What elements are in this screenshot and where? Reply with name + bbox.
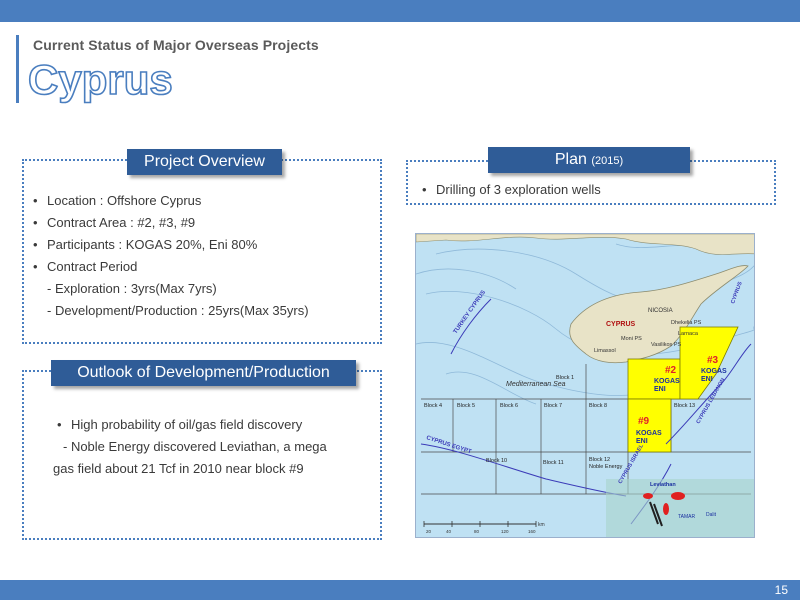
block-3-company-1: KOGAS	[701, 368, 727, 375]
leviathan-field	[671, 492, 685, 500]
outlook-item-probability: • High probability of oil/gas field disco…	[57, 417, 303, 432]
block-2-number: #2	[665, 365, 677, 376]
block-3-company-2: ENI	[701, 376, 713, 383]
project-overview-panel: • Location : Offshore Cyprus • Contract Ar…	[22, 159, 382, 344]
map-label-cyprus-syria: CYPRUS	[730, 281, 744, 305]
block-3-number: #3	[707, 355, 719, 366]
map-label-turkey-cyprus: TURKEY CYPRUS	[453, 290, 487, 335]
page-number: 15	[774, 583, 788, 597]
overview-subitem-development: - Development/Production : 25yrs(Max 35y…	[47, 303, 309, 318]
map-label-vasilikos: Vasilikos PS	[651, 342, 681, 348]
map-scale-tick-3: 80	[474, 529, 480, 534]
israel-fields	[606, 479, 754, 537]
map-label-block-13: Block 13	[674, 403, 695, 409]
map-label-block-11: Block 11	[543, 460, 564, 466]
map-scale-tick-4: 120	[501, 529, 509, 534]
block-2-company-1: KOGAS	[654, 378, 680, 385]
map-label-block-1: Block 1	[556, 375, 574, 381]
block-2-company-2: ENI	[654, 386, 666, 393]
overview-item-participants: • Participants : KOGAS 20%, Eni 80%	[33, 237, 258, 252]
plan-item-drilling: • Drilling of 3 exploration wells	[422, 182, 601, 197]
map-label-block-5: Block 5	[457, 403, 475, 409]
map-scale-tick-1: 20	[426, 529, 432, 534]
plan-list: • Drilling of 3 exploration wells	[422, 179, 601, 201]
project-overview-header: Project Overview	[127, 149, 282, 175]
outlook-detail-line2: gas field about 21 Tcf in 2010 near bloc…	[53, 461, 304, 476]
map-label-larnaca: Larnaca	[678, 331, 699, 337]
slide-subtitle: Current Status of Major Overseas Project…	[33, 37, 319, 53]
block-9-area	[627, 398, 672, 453]
overview-list: • Location : Offshore Cyprus • Contract Ar…	[33, 190, 309, 322]
map-scale-tick-5: 160	[528, 529, 536, 534]
outlook-panel: • High probability of oil/gas field disco…	[22, 370, 382, 540]
map-svg: CYPRUS NICOSIA Dhekelia PS Larnaca Moni …	[416, 234, 754, 537]
map-label-block-12: Block 12	[589, 457, 610, 463]
map-label-dalit: Dalit	[706, 512, 717, 518]
outlook-detail-line1: - Noble Energy discovered Leviathan, a m…	[63, 439, 327, 454]
bottom-bar: 15	[0, 580, 800, 600]
plan-header-label: Plan	[554, 151, 587, 168]
map-label-block-10: Block 10	[486, 458, 507, 464]
cyprus-offshore-map: CYPRUS NICOSIA Dhekelia PS Larnaca Moni …	[415, 233, 755, 538]
map-scale-unit: km	[538, 522, 545, 528]
plan-header: Plan (2015)	[488, 147, 690, 173]
block-9-company-1: KOGAS	[636, 430, 662, 437]
map-label-sea: Mediterranean Sea	[506, 381, 566, 388]
map-label-block-8: Block 8	[589, 403, 607, 409]
overview-subitem-exploration: - Exploration : 3yrs(Max 7yrs)	[47, 281, 217, 296]
map-scale-tick-2: 40	[446, 529, 452, 534]
map-label-nicosia: NICOSIA	[648, 308, 673, 314]
outlook-header: Outlook of Development/Production	[51, 360, 356, 386]
overview-item-contract-area: • Contract Area : #2, #3, #9	[33, 215, 196, 230]
slide-title: Cyprus	[27, 55, 173, 104]
map-label-moni: Moni PS	[621, 336, 642, 342]
turkey-coast	[416, 234, 754, 255]
plan-header-year: (2015)	[591, 155, 624, 167]
map-label-tamar: TAMAR	[678, 514, 696, 520]
map-label-block-4: Block 4	[424, 403, 442, 409]
block-9-company-2: ENI	[636, 438, 648, 445]
map-label-dhekelia: Dhekelia PS	[671, 320, 702, 326]
overview-item-contract-period: • Contract Period	[33, 259, 138, 274]
overview-item-location: • Location : Offshore Cyprus	[33, 193, 202, 208]
title-accent-bar	[16, 35, 19, 103]
map-label-limassol: Limassol	[594, 348, 616, 354]
map-label-cyprus-egypt: CYPRUS EGYPT	[425, 435, 472, 455]
map-label-block-6: Block 6	[500, 403, 518, 409]
map-scale-bar: km 20 40 80 120 160	[423, 521, 545, 534]
map-label-cyprus: CYPRUS	[606, 321, 636, 328]
map-label-block-7: Block 7	[544, 403, 562, 409]
map-label-noble-energy: Noble Energy	[589, 464, 623, 470]
block-9-number: #9	[638, 416, 650, 427]
map-label-leviathan: Leviathan	[650, 482, 676, 488]
top-bar	[0, 0, 800, 22]
outlook-list: • High probability of oil/gas field disco…	[53, 414, 327, 480]
